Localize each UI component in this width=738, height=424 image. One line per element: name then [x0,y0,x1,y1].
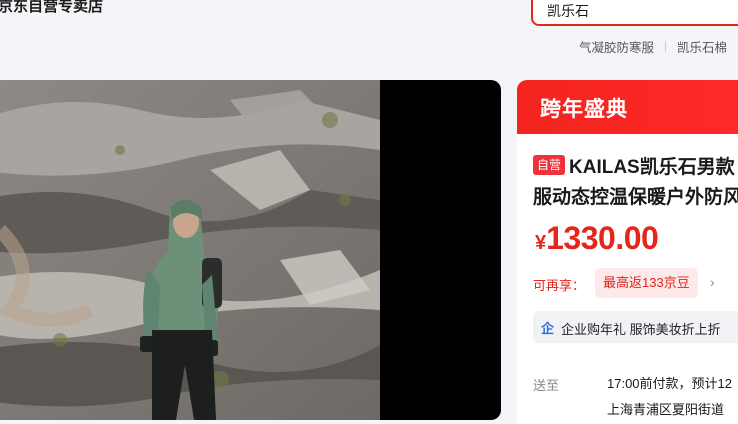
delivery-label: 送至 [533,378,560,393]
chevron-right-icon[interactable]: › [710,274,715,290]
product-photo[interactable] [0,80,380,420]
hot-word-item[interactable]: 气凝胶防寒服 [579,37,654,56]
price-value: 1330.00 [546,220,659,256]
hot-words: 气凝胶防寒服 凯乐石棉 [579,37,727,56]
price: ¥1330.00 [535,220,659,257]
store-name[interactable]: 京东自营专卖店 [0,0,103,16]
product-title-line1: KAILAS凯乐石男款 [569,157,735,178]
corporate-promo-text: 企业购年礼 服饰美妆折上折 [561,322,721,337]
promo-banner[interactable]: 跨年盛典 [517,80,738,134]
price-currency: ¥ [535,232,547,254]
delivery-estimate: 17:00前付款，预计12 [607,376,732,391]
product-title-line2: 服动态控温保暖户外防风 [533,187,738,208]
product-info-card: 自营 KAILAS凯乐石男款 服动态控温保暖户外防风 ¥1330.00 可再享：… [517,134,738,424]
search-input[interactable] [547,0,738,22]
separator [665,41,667,52]
rebate-label: 可再享： [533,278,586,293]
rebate-badge[interactable]: 最高返133京豆 [595,268,698,298]
self-operated-badge: 自营 [533,155,566,175]
hot-word-item[interactable]: 凯乐石棉 [677,37,727,56]
corporate-icon: 企 [541,321,555,336]
search-box[interactable] [531,0,738,26]
promo-banner-title: 跨年盛典 [540,98,628,121]
corporate-promo[interactable]: 企 企业购年礼 服饰美妆折上折 [533,311,738,343]
product-media[interactable] [0,80,501,420]
